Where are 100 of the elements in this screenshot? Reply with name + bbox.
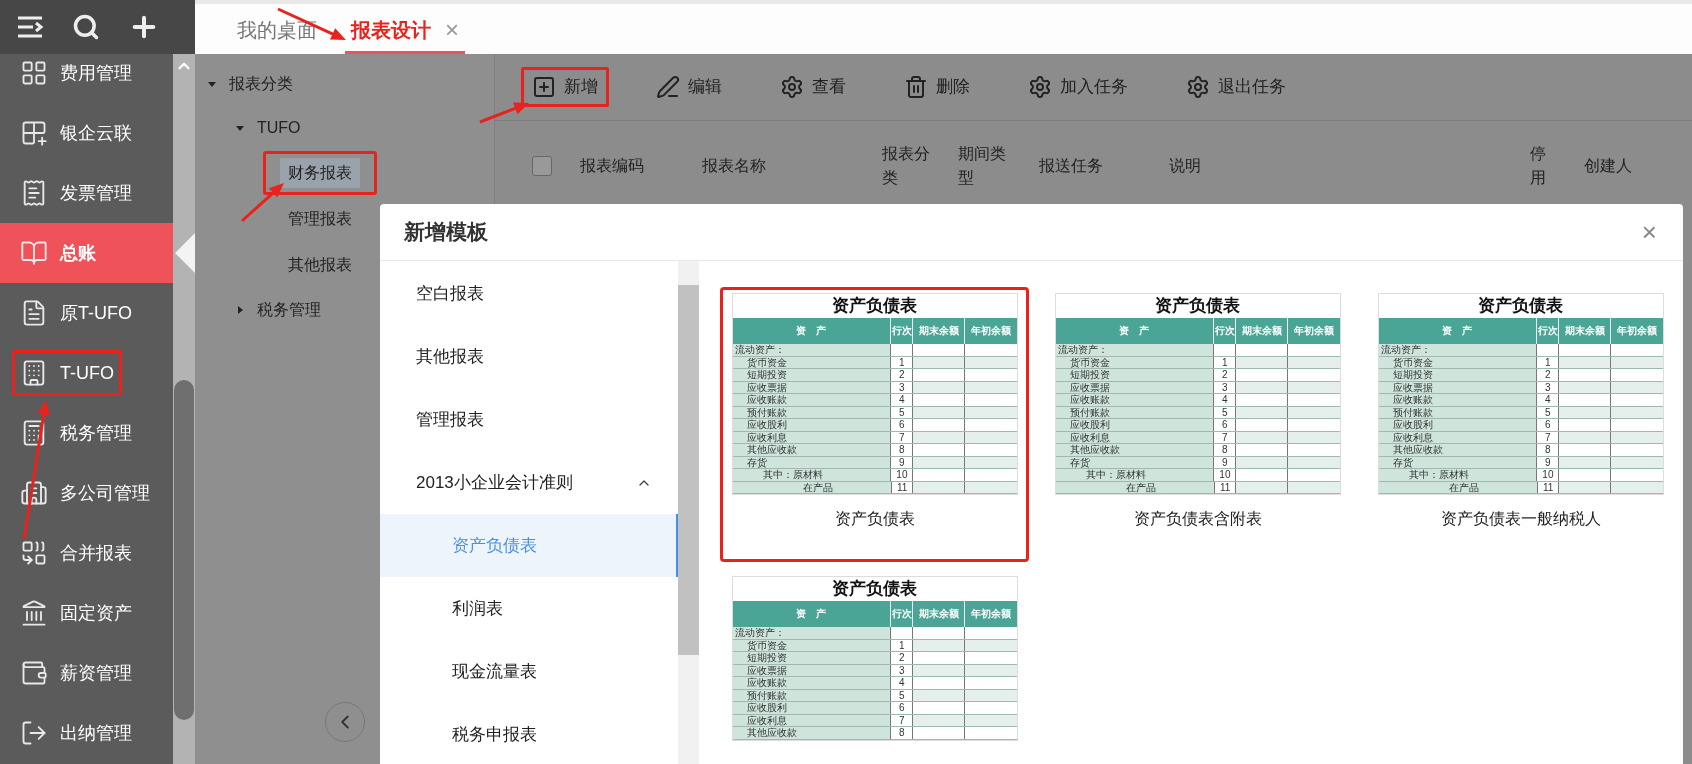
sidebar-item[interactable]: 原T-UFO (12, 290, 140, 336)
annotation-arrow (479, 102, 529, 124)
caret-icon (235, 305, 245, 315)
grid-icon (20, 59, 48, 87)
preview-header: 年初余额 (969, 607, 1012, 621)
column-header: 说明 (1169, 155, 1202, 176)
template-card[interactable]: 资产负债表 资 产 行次 期末余额 年初余额 流动资产： 货币资金 1 短期投资 2 应收票据 3 应收账款 4 预付账款 5 应收股利 6 应收利息 7 其他应收款 8 存货 9 其中：原材料 10 在产品 11 资产负债表含附表 (1043, 287, 1352, 562)
preview-row-label: 短期投资 (732, 652, 892, 664)
preview-row-label: 其他应收款 (1055, 444, 1215, 456)
sidebar-item[interactable]: 税务管理 (12, 410, 140, 456)
wallet-icon (20, 659, 48, 687)
dialog-title: 新增模板 (404, 219, 488, 246)
scrollbar-thumb[interactable] (678, 285, 699, 655)
preview-row-label: 流动资产： (732, 627, 892, 639)
toolbar-button[interactable]: 退出任务 (1175, 67, 1297, 107)
sidebar-item[interactable]: 费用管理 (12, 50, 140, 96)
category-item[interactable]: 现金流量表 (380, 640, 678, 703)
category-item[interactable]: 利润表 (380, 577, 678, 640)
preview-row-label: 应收账款 (1055, 394, 1215, 406)
caret-icon (207, 79, 217, 89)
preview-row-label: 短期投资 (732, 369, 892, 381)
scrollbar-thumb[interactable] (174, 380, 194, 720)
preview-row-label: 应收账款 (1378, 394, 1538, 406)
sidebar-item[interactable]: 固定资产 (12, 590, 140, 636)
preview-row-label: 应收股利 (732, 702, 892, 714)
preview-row-label: 应收账款 (732, 677, 892, 689)
template-card[interactable]: 资产负债表 资 产 行次 期末余额 年初余额 流动资产： 货币资金 1 短期投资 2 应收票据 3 应收账款 4 预付账款 5 应收股利 6 应收利息 7 其他应收款 8 存货 9 其中：原材料 10 在产品 11 资产负债表 (720, 287, 1029, 562)
template-caption: 资产负债表含附表 (1133, 509, 1262, 529)
toolbar-button[interactable]: 编辑 (645, 67, 733, 107)
menu-icon[interactable] (16, 15, 44, 39)
column-header: 停用 (1530, 143, 1547, 188)
preview-row-label: 流动资产： (1055, 344, 1215, 356)
sidebar-item[interactable]: 出纳管理 (12, 710, 140, 756)
preview-header: 年初余额 (1292, 324, 1335, 338)
sidebar-item[interactable]: 合并报表 (12, 530, 140, 576)
toolbar-button[interactable]: 查看 (769, 67, 857, 107)
preview-title: 资产负债表 (831, 578, 918, 600)
book-icon (20, 239, 48, 267)
settings-icon (780, 75, 804, 99)
sidebar-item[interactable]: 多公司管理 (12, 470, 158, 516)
preview-row-label: 应收股利 (732, 419, 892, 431)
category-group[interactable]: 2013小企业会计准则 (380, 451, 678, 514)
column-header: 报表编码 (580, 155, 645, 176)
column-header: 报送任务 (1039, 155, 1104, 176)
toolbar-button[interactable]: 加入任务 (1017, 67, 1139, 107)
toolbar-button[interactable]: 删除 (893, 67, 981, 107)
sidebar-item[interactable]: 银企云联 (12, 110, 140, 156)
sidebar-item[interactable]: 发票管理 (12, 170, 140, 216)
template-card[interactable]: 资产负债表 资 产 行次 期末余额 年初余额 流动资产： 货币资金 1 短期投资 2 应收票据 3 应收账款 4 预付账款 5 应收股利 6 应收利息 7 其他应收款 8 (720, 570, 1029, 744)
preview-title: 资产负债表 (831, 295, 918, 317)
category-item[interactable]: 税务申报表 (380, 703, 678, 764)
preview-row-label: 其他应收款 (732, 444, 892, 456)
preview-row-label: 其中：原材料 (1055, 469, 1215, 481)
sidebar-item[interactable]: T-UFO (12, 350, 122, 396)
bank-icon (20, 599, 48, 627)
toolbar-button[interactable]: 新增 (521, 67, 609, 107)
preview-row-label: 流动资产： (732, 344, 892, 356)
template-caption: 资产负债表 (834, 509, 915, 529)
annotation-arrow (241, 183, 284, 223)
tree-item[interactable]: TUFO (235, 116, 301, 140)
tree-item[interactable]: 其他报表 (263, 243, 377, 287)
select-all-checkbox[interactable] (532, 155, 552, 176)
preview-header: 年初余额 (1615, 324, 1658, 338)
tree-item[interactable]: 税务管理 (235, 298, 321, 322)
preview-row-label: 其他应收款 (1378, 444, 1538, 456)
office-icon (20, 479, 48, 507)
column-header: 创建人 (1584, 155, 1633, 176)
tree-item[interactable]: 管理报表 (263, 197, 377, 241)
preview-title: 资产负债表 (1154, 295, 1241, 317)
category-item[interactable]: 其他报表 (380, 325, 678, 388)
preview-title: 资产负债表 (1477, 295, 1564, 317)
pen-icon (656, 75, 680, 99)
settings-icon (1186, 75, 1210, 99)
settings-icon (1028, 75, 1052, 99)
column-header: 期间类型 (958, 143, 1007, 188)
category-item[interactable]: 空白报表 (380, 262, 678, 325)
search-icon[interactable] (72, 13, 100, 41)
caret-icon (235, 123, 245, 133)
preview-header: 年初余额 (969, 324, 1012, 338)
annotation-arrow (277, 7, 346, 40)
sidebar-item[interactable]: 薪资管理 (12, 650, 140, 696)
add-icon (532, 75, 556, 99)
preview-row-label: 应收账款 (732, 394, 892, 406)
tab[interactable]: 我的桌面 (231, 8, 323, 54)
template-caption: 资产负债表一般纳税人 (1440, 509, 1601, 529)
column-header: 报表名称 (702, 155, 767, 176)
preview-row-label: 短期投资 (1378, 369, 1538, 381)
preview-row-label: 其他应收款 (732, 727, 892, 739)
preview-row-label: 流动资产： (1378, 344, 1538, 356)
preview-row-label: 其中：原材料 (732, 469, 892, 481)
preview-row-label: 短期投资 (1055, 369, 1215, 381)
preview-row-label: 应收股利 (1378, 419, 1538, 431)
pointer-notch-icon (173, 233, 195, 273)
template-card[interactable]: 资产负债表 资 产 行次 期末余额 年初余额 流动资产： 货币资金 1 短期投资 2 应收票据 3 应收账款 4 预付账款 5 应收股利 6 应收利息 7 其他应收款 8 存货 9 其中：原材料 10 在产品 11 资产负债表一般纳税人 (1366, 287, 1675, 562)
close-button[interactable]: × (1641, 219, 1657, 245)
preview-row-label: 其中：原材料 (1378, 469, 1538, 481)
column-header: 报表分类 (882, 143, 931, 188)
tree-item[interactable]: 财务报表 (263, 151, 377, 195)
category-item[interactable]: 管理报表 (380, 388, 678, 451)
tree-item[interactable]: 报表分类 (207, 72, 293, 96)
